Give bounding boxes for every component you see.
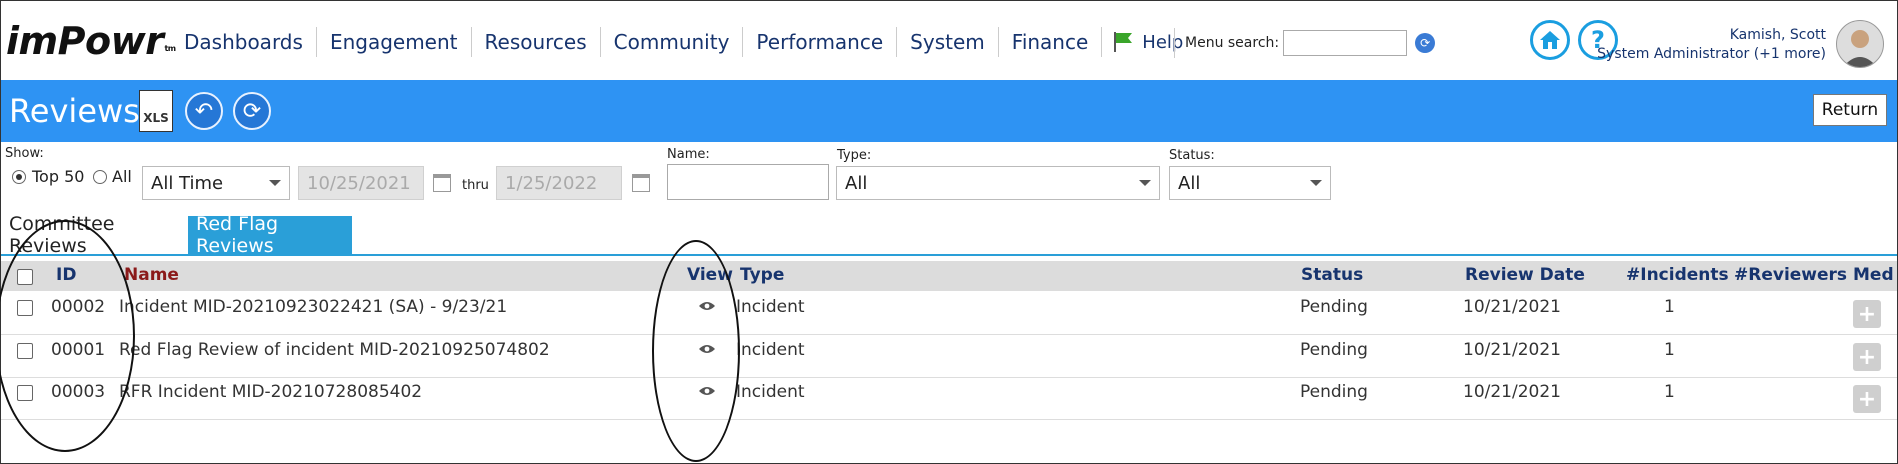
flag-icon xyxy=(1114,32,1133,52)
user-info[interactable]: Kamish, Scott System Administrator (+1 m… xyxy=(1596,26,1826,64)
col-review-date[interactable]: Review Date xyxy=(1465,265,1585,285)
row-status: Pending xyxy=(1300,340,1368,360)
row-checkbox[interactable] xyxy=(17,300,33,316)
range-select[interactable]: All Time xyxy=(142,166,290,200)
plus-icon[interactable]: + xyxy=(1853,343,1881,371)
row-review-date: 10/21/2021 xyxy=(1463,297,1561,317)
radio-all[interactable] xyxy=(93,170,107,184)
table-header: ID Name View Type Status Review Date #In… xyxy=(1,261,1897,291)
menu-search-label: Menu search: xyxy=(1185,35,1280,51)
row-incidents: 1 xyxy=(1664,340,1675,360)
nav-dashboards[interactable]: Dashboards xyxy=(172,27,317,57)
thru-label: thru xyxy=(462,178,489,193)
range-value: All Time xyxy=(151,172,224,194)
user-role: System Administrator (+1 more) xyxy=(1597,46,1826,62)
row-name[interactable]: RFR Incident MID-20210728085402 xyxy=(119,382,422,402)
eye-icon[interactable] xyxy=(698,385,716,397)
chevron-down-icon xyxy=(269,180,281,186)
row-type: Incident xyxy=(736,382,805,402)
main-nav: Dashboards Engagement Resources Communit… xyxy=(172,26,1193,58)
table-row[interactable]: 00002 Incident MID-20210923022421 (SA) -… xyxy=(1,292,1897,335)
chevron-down-icon xyxy=(1310,180,1322,186)
chevron-down-icon xyxy=(1139,180,1151,186)
row-review-date: 10/21/2021 xyxy=(1463,382,1561,402)
col-status[interactable]: Status xyxy=(1301,265,1363,285)
row-name[interactable]: Incident MID-20210923022421 (SA) - 9/23/… xyxy=(119,297,507,317)
nav-performance[interactable]: Performance xyxy=(743,27,898,57)
status-value: All xyxy=(1178,172,1201,194)
radio-top50-label: Top 50 xyxy=(32,167,85,186)
nav-community[interactable]: Community xyxy=(601,27,744,57)
user-name: Kamish, Scott xyxy=(1729,27,1826,43)
name-label: Name: xyxy=(667,147,710,162)
col-view: View xyxy=(687,265,733,285)
refresh-button[interactable]: ⟳ xyxy=(233,92,271,130)
col-reviewers[interactable]: #Reviewers xyxy=(1734,265,1847,285)
table-row[interactable]: 00001 Red Flag Review of incident MID-20… xyxy=(1,335,1897,378)
col-type[interactable]: Type xyxy=(740,265,784,285)
nav-system[interactable]: System xyxy=(897,27,999,57)
row-status: Pending xyxy=(1300,382,1368,402)
logo-text: imPowr xyxy=(6,19,164,63)
plus-icon[interactable]: + xyxy=(1853,385,1881,413)
page-title: Reviews xyxy=(9,92,140,130)
row-name[interactable]: Red Flag Review of incident MID-20210925… xyxy=(119,340,550,360)
plus-icon[interactable]: + xyxy=(1853,300,1881,328)
status-select[interactable]: All xyxy=(1169,166,1331,200)
refresh-icon[interactable]: ⟳ xyxy=(1415,33,1436,53)
row-id: 00003 xyxy=(51,382,106,402)
menu-search-input[interactable] xyxy=(1283,30,1408,56)
radio-top50[interactable] xyxy=(12,170,26,184)
eye-icon[interactable] xyxy=(698,300,716,312)
row-id: 00001 xyxy=(51,340,106,360)
col-id[interactable]: ID xyxy=(56,265,76,285)
xls-icon[interactable]: XLS xyxy=(139,90,173,132)
table-row[interactable]: 00003 RFR Incident MID-20210728085402 In… xyxy=(1,377,1897,420)
col-name[interactable]: Name xyxy=(124,265,179,285)
nav-finance[interactable]: Finance xyxy=(999,27,1103,57)
tab-underline xyxy=(1,254,1897,256)
row-incidents: 1 xyxy=(1664,382,1675,402)
name-input[interactable] xyxy=(667,164,829,200)
row-type: Incident xyxy=(736,297,805,317)
app-logo[interactable]: imPowrtm xyxy=(6,18,176,64)
row-incidents: 1 xyxy=(1664,297,1675,317)
calendar-icon[interactable] xyxy=(433,174,451,192)
col-incidents[interactable]: #Incidents xyxy=(1626,265,1729,285)
menu-search: Menu search: ⟳ xyxy=(1174,28,1436,58)
row-checkbox[interactable] xyxy=(17,385,33,401)
date-from-input[interactable]: 10/25/2021 xyxy=(298,166,424,200)
type-select[interactable]: All xyxy=(836,166,1160,200)
home-icon[interactable] xyxy=(1530,20,1570,60)
type-value: All xyxy=(845,172,868,194)
return-button[interactable]: Return xyxy=(1813,94,1887,126)
nav-engagement[interactable]: Engagement xyxy=(317,27,472,57)
row-type: Incident xyxy=(736,340,805,360)
row-checkbox[interactable] xyxy=(17,343,33,359)
tab-red-flag-reviews[interactable]: Red Flag Reviews xyxy=(188,213,352,257)
row-status: Pending xyxy=(1300,297,1368,317)
eye-icon[interactable] xyxy=(698,343,716,355)
nav-resources[interactable]: Resources xyxy=(472,27,601,57)
type-label: Type: xyxy=(837,148,872,163)
page-title-bar: Reviews XLS ↶ ⟳ Return xyxy=(1,80,1897,142)
status-label: Status: xyxy=(1169,148,1215,163)
col-med[interactable]: Med xyxy=(1853,265,1894,285)
show-label: Show: xyxy=(5,146,44,161)
radio-all-label: All xyxy=(112,167,132,186)
row-id: 00002 xyxy=(51,297,106,317)
select-all-checkbox[interactable] xyxy=(17,269,33,285)
back-icon[interactable]: ↶ xyxy=(185,92,223,130)
row-review-date: 10/21/2021 xyxy=(1463,340,1561,360)
tab-committee-reviews[interactable]: Committee Reviews xyxy=(1,213,187,257)
avatar[interactable] xyxy=(1836,20,1884,68)
date-to-input[interactable]: 1/25/2022 xyxy=(496,166,622,200)
calendar-icon[interactable] xyxy=(632,174,650,192)
